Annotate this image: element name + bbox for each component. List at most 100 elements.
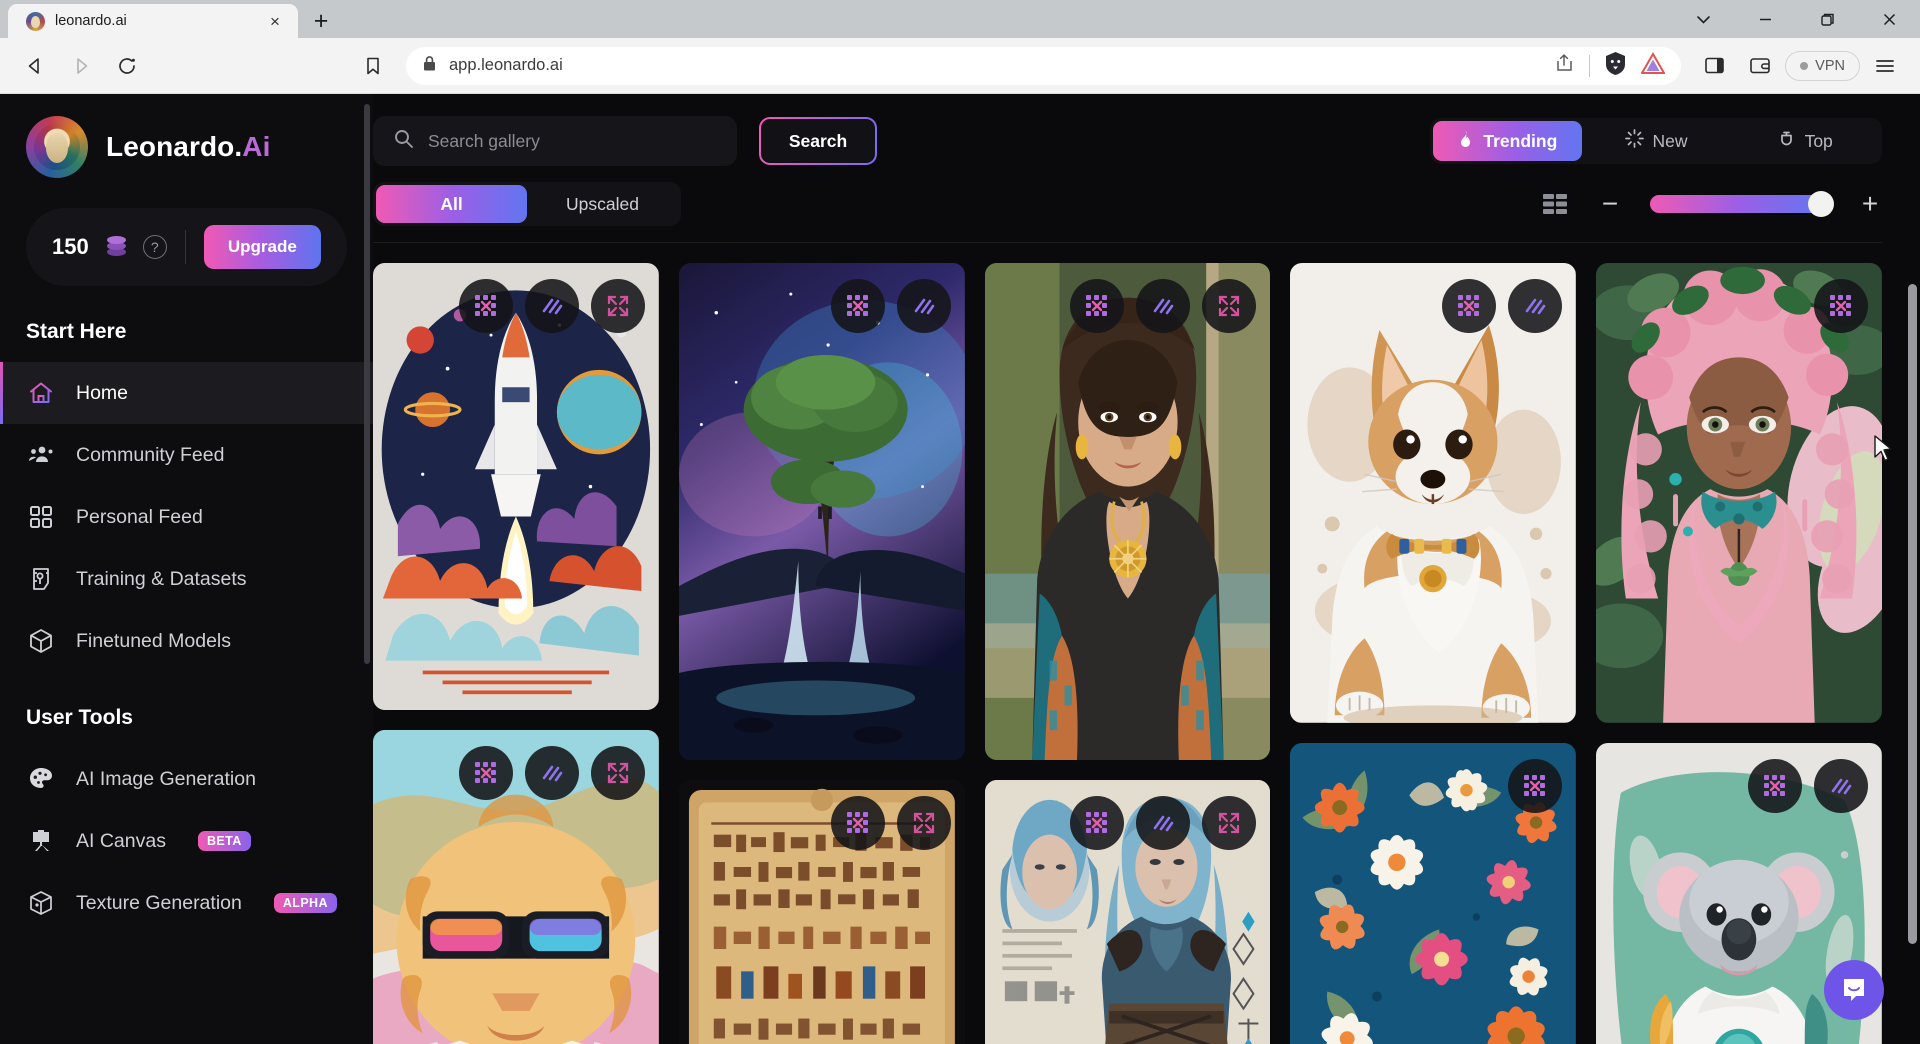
sidebar-item-ai-canvas[interactable]: AI Canvas BETA [0,810,373,872]
gallery-card-blue-haired-warrior-character-sheet[interactable] [984,780,1271,1044]
bookmark-icon[interactable] [352,45,394,87]
segment-all[interactable]: All [376,185,527,223]
sidebar-item-texture-generation[interactable]: Texture Generation ALPHA [0,872,373,934]
brave-rewards-triangle-icon[interactable] [1640,52,1666,79]
gallery-card-pink-hair-fairy-portrait[interactable] [1596,263,1882,723]
motion-icon[interactable] [524,279,579,333]
zoom-out-button[interactable]: − [1598,190,1622,218]
expand-icon[interactable] [1202,279,1257,333]
upscale-icon[interactable] [458,746,513,801]
upscale-icon[interactable] [1508,758,1563,813]
sidebar-item-home[interactable]: Home [0,362,373,424]
sidebar-item-personal-feed[interactable]: Personal Feed [0,486,373,548]
card-actions [830,279,951,333]
gallery-card-chihuahua-watercolor-portrait[interactable] [1290,263,1577,723]
cube-icon [26,626,56,656]
motion-icon[interactable] [896,279,951,333]
gallery-card-space-shuttle-launch-illustration[interactable] [373,263,659,711]
vpn-button[interactable]: VPN [1785,50,1860,81]
gallery-card-colorful-lion-sunglasses-illustration[interactable] [373,730,659,1044]
upscale-icon[interactable] [1442,279,1497,333]
restore-icon[interactable] [1796,0,1858,38]
card-actions [1508,758,1563,813]
upscale-icon[interactable] [1747,758,1802,813]
filter-segmented-control: All Upscaled [373,182,681,226]
brand-name-accent: Ai [242,131,271,162]
expand-icon[interactable] [590,746,645,801]
upscale-icon[interactable] [1070,279,1125,333]
gallery-card-floral-pattern-blue-background[interactable] [1290,742,1577,1044]
brave-lion-icon[interactable] [1604,51,1627,81]
tab-new[interactable]: New [1582,121,1731,161]
card-actions [830,796,951,851]
card-actions [458,279,645,333]
tab-search-icon[interactable] [1672,0,1734,38]
vpn-label: VPN [1815,57,1845,74]
tab-trending[interactable]: Trending [1433,121,1582,161]
sidebar-item-label: Texture Generation [76,891,242,914]
motion-icon[interactable] [1813,758,1868,813]
new-tab-button[interactable]: + [298,4,344,38]
gallery-card-portrait-woman-gold-necklace[interactable] [984,263,1271,761]
sidebar-item-label: AI Image Generation [76,767,256,790]
url-text: app.leonardo.ai [449,56,563,74]
gallery-column [1596,263,1882,1044]
sidebar-item-training-datasets[interactable]: Training & Datasets [0,548,373,610]
app-sidebar: Leonardo.Ai 150 ? Upgrade Start Here Hom… [0,94,373,1044]
browser-tab-leonardo[interactable]: leonardo.ai × [8,4,298,38]
upscale-icon[interactable] [1813,279,1868,333]
upgrade-button[interactable]: Upgrade [203,225,321,269]
people-icon [26,440,56,470]
trophy-icon [1777,129,1796,153]
expand-icon[interactable] [590,279,645,333]
upscale-icon[interactable] [830,796,885,851]
close-icon[interactable]: × [262,8,288,34]
search-button[interactable]: Search [759,117,877,165]
hamburger-menu-icon[interactable] [1864,45,1906,87]
expand-icon[interactable] [896,796,951,851]
upscale-icon[interactable] [1070,796,1125,851]
upscale-icon[interactable] [458,279,513,333]
sidebar-item-label: Personal Feed [76,505,203,528]
minimize-icon[interactable] [1734,0,1796,38]
gallery-card-egyptian-hieroglyphics-papyrus[interactable] [678,780,965,1044]
tab-label: New [1652,130,1688,151]
back-icon[interactable] [14,45,56,87]
segment-upscaled[interactable]: Upscaled [527,185,678,223]
credits-panel: 150 ? Upgrade [26,208,347,286]
grid-view-icon[interactable] [1540,189,1570,219]
forward-icon [60,45,102,87]
sidebar-item-label: AI Canvas [76,829,166,852]
page-scrollbar-thumb[interactable] [1908,284,1917,944]
sidebar-item-ai-image-generation[interactable]: AI Image Generation [0,748,373,810]
close-window-icon[interactable] [1858,0,1920,38]
motion-icon[interactable] [1136,279,1191,333]
motion-icon[interactable] [524,746,579,801]
share-icon[interactable] [1553,52,1575,79]
intercom-chat-launcher[interactable] [1824,960,1884,1020]
tab-top[interactable]: Top [1730,121,1879,161]
search-field-wrapper[interactable] [373,116,737,166]
search-icon [393,128,414,154]
expand-icon[interactable] [1202,796,1257,851]
toolbar-divider [1589,54,1591,77]
help-icon[interactable]: ? [142,235,167,259]
brand-logo-block[interactable]: Leonardo.Ai [0,116,373,178]
sidebar-item-community-feed[interactable]: Community Feed [0,424,373,486]
search-input[interactable] [428,130,717,152]
reload-icon[interactable] [106,45,148,87]
wallet-icon[interactable] [1739,45,1781,87]
sidebar-item-finetuned-models[interactable]: Finetuned Models [0,610,373,672]
page-scrollbar[interactable] [1908,94,1917,1044]
address-bar[interactable]: app.leonardo.ai [406,46,1682,85]
sidebar-scrollbar[interactable] [364,104,370,664]
motion-icon[interactable] [1508,279,1563,333]
card-actions [1070,279,1257,333]
upscale-icon[interactable] [830,279,885,333]
zoom-slider-knob[interactable] [1808,191,1834,217]
zoom-in-button[interactable]: + [1858,190,1882,218]
sidebar-panel-icon[interactable] [1693,45,1735,87]
motion-icon[interactable] [1136,796,1191,851]
zoom-slider[interactable] [1650,191,1834,217]
gallery-card-cosmic-tree-waterfall-landscape[interactable] [678,263,965,761]
